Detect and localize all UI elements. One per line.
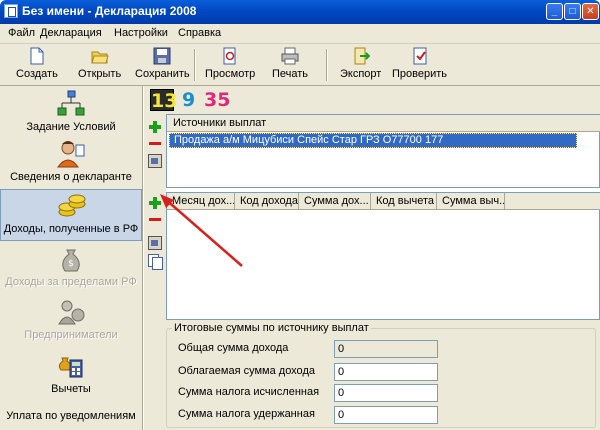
export-icon bbox=[352, 47, 371, 65]
create-button[interactable]: Создать bbox=[16, 47, 58, 83]
taxable-income-field[interactable]: 0 bbox=[334, 363, 438, 381]
add-source-plus-icon[interactable] bbox=[148, 120, 162, 134]
tax-rate-strip: 13 9 35 bbox=[144, 86, 600, 114]
export-label: Экспорт bbox=[340, 68, 382, 80]
menu-help[interactable]: Справка bbox=[178, 27, 221, 39]
printer-icon bbox=[281, 47, 299, 65]
table-row[interactable]: Продажа а/м Мицубиси Спейс Стар ГРЗ О777… bbox=[169, 133, 577, 148]
create-label: Создать bbox=[16, 68, 58, 80]
edit-source-icon[interactable] bbox=[148, 154, 162, 168]
sidebar-item-label: Уплата по уведомлениям bbox=[6, 410, 136, 422]
preview-button[interactable]: Просмотр bbox=[205, 47, 255, 83]
totals-legend: Итоговые суммы по источнику выплат bbox=[172, 322, 371, 334]
check-document-icon bbox=[411, 47, 429, 65]
menu-settings[interactable]: Настройки bbox=[114, 27, 168, 39]
tax-rate-9-tab[interactable]: 9 bbox=[182, 89, 195, 111]
sidebar: Задание Условий Сведения о декларанте До… bbox=[0, 86, 143, 430]
sidebar-item-income-rf[interactable]: Доходы, полученные в РФ bbox=[0, 189, 142, 241]
open-button[interactable]: Открыть bbox=[78, 47, 121, 83]
menu-declaration[interactable]: Декларация bbox=[40, 27, 102, 39]
sources-table-header: Источники выплат bbox=[167, 115, 600, 132]
total-income-label: Общая сумма дохода bbox=[178, 342, 289, 354]
tax-calculated-label: Сумма налога исчисленная bbox=[178, 386, 320, 398]
tax-calculated-field[interactable]: 0 bbox=[334, 384, 438, 402]
column-header-deduction-sum[interactable]: Сумма выч... bbox=[437, 193, 505, 209]
tax-rate-13-tab[interactable]: 13 bbox=[150, 89, 177, 112]
person-icon bbox=[56, 140, 86, 168]
title-bar: Без имени - Декларация 2008 _ □ ✕ bbox=[0, 0, 600, 24]
maximize-button[interactable]: □ bbox=[564, 3, 581, 20]
open-label: Открыть bbox=[78, 68, 122, 80]
tax-rate-35-tab[interactable]: 35 bbox=[204, 89, 230, 111]
print-label: Печать bbox=[272, 68, 309, 80]
sidebar-item-label: Задание Условий bbox=[26, 121, 116, 133]
svg-text:$: $ bbox=[68, 259, 74, 269]
preview-label: Просмотр bbox=[205, 68, 256, 80]
column-header-deduction-code[interactable]: Код вычета bbox=[371, 193, 437, 209]
totals-panel: Итоговые суммы по источнику выплат Общая… bbox=[144, 320, 600, 430]
minimize-button[interactable]: _ bbox=[546, 3, 563, 20]
calculator-icon bbox=[56, 352, 86, 380]
sources-column-header[interactable]: Источники выплат bbox=[173, 117, 266, 129]
sources-table: Источники выплат Продажа а/м Мицубиси Сп… bbox=[166, 114, 600, 188]
toolbar-separator bbox=[326, 49, 328, 81]
total-income-field: 0 bbox=[334, 340, 438, 358]
print-button[interactable]: Печать bbox=[272, 47, 308, 83]
save-disk-icon bbox=[153, 47, 171, 65]
app-icon bbox=[4, 4, 18, 18]
sidebar-item-payments[interactable]: Уплата по уведомлениям bbox=[0, 378, 142, 430]
taxable-income-label: Облагаемая сумма дохода bbox=[178, 365, 315, 377]
close-button[interactable]: ✕ bbox=[582, 3, 599, 20]
menu-bar: Файл Декларация Настройки Справка bbox=[0, 24, 600, 44]
sidebar-item-declarant[interactable]: Сведения о декларанте bbox=[0, 138, 142, 190]
money-bag-icon: $ bbox=[56, 245, 86, 273]
remove-source-minus-icon[interactable] bbox=[148, 136, 162, 150]
open-folder-icon bbox=[90, 47, 109, 65]
save-button[interactable]: Сохранить bbox=[135, 47, 190, 83]
preview-icon bbox=[221, 47, 239, 65]
sidebar-item-label: Предприниматели bbox=[24, 329, 118, 341]
check-button[interactable]: Проверить bbox=[392, 47, 447, 83]
structure-icon bbox=[56, 90, 86, 118]
save-label: Сохранить bbox=[135, 68, 190, 80]
column-header-income-sum[interactable]: Сумма дох... bbox=[299, 193, 371, 209]
sources-actions bbox=[144, 114, 166, 192]
tax-withheld-label: Сумма налога удержанная bbox=[178, 408, 315, 420]
entrepreneur-icon bbox=[56, 298, 86, 326]
sidebar-item-entrepreneurs[interactable]: Предприниматели bbox=[0, 296, 142, 348]
new-document-icon bbox=[28, 47, 46, 65]
menu-file[interactable]: Файл bbox=[8, 27, 35, 39]
sidebar-item-income-abroad[interactable]: $ Доходы за пределами РФ bbox=[0, 243, 142, 295]
sidebar-item-label: Сведения о декларанте bbox=[10, 171, 132, 183]
export-button[interactable]: Экспорт bbox=[340, 47, 381, 83]
check-label: Проверить bbox=[392, 68, 448, 80]
toolbar-separator bbox=[194, 49, 196, 81]
coins-icon bbox=[57, 192, 87, 220]
tax-withheld-field[interactable]: 0 bbox=[334, 406, 438, 424]
window-title: Без имени - Декларация 2008 bbox=[22, 4, 197, 18]
toolbar: Создать Открыть Сохранить Просмотр Печат… bbox=[0, 44, 600, 86]
sidebar-item-conditions[interactable]: Задание Условий bbox=[0, 88, 142, 140]
annotation-arrow bbox=[160, 194, 243, 267]
sidebar-item-label: Доходы, полученные в РФ bbox=[3, 223, 139, 235]
sidebar-item-label: Доходы за пределами РФ bbox=[5, 276, 137, 288]
